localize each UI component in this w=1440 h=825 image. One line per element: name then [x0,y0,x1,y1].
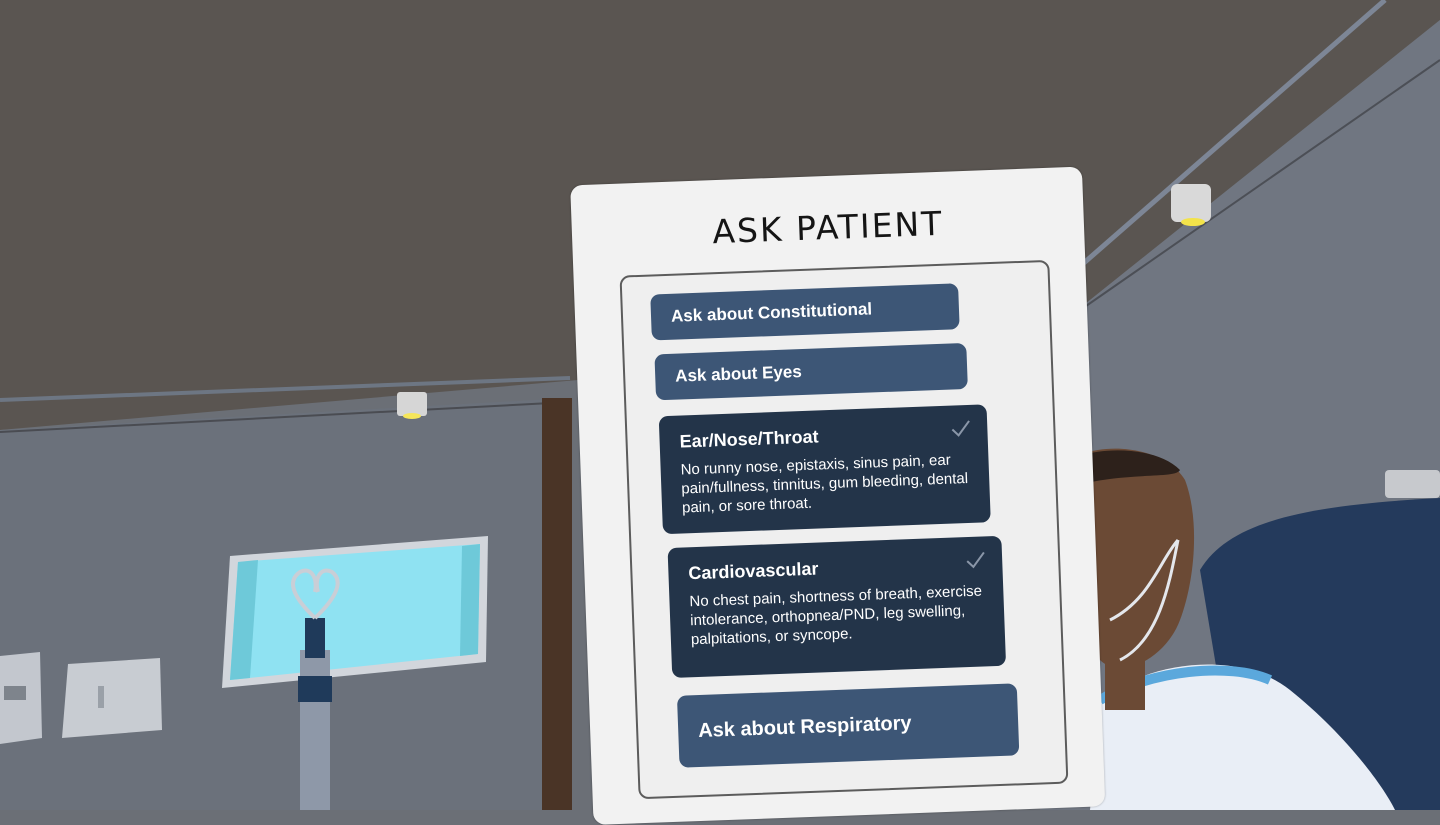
wall-dispenser [62,658,162,738]
ask-eyes-button[interactable]: Ask about Eyes [654,342,968,401]
ask-respiratory-button[interactable]: Ask about Respiratory [676,683,1020,768]
result-title: Ear/Nose/Throat [679,426,819,452]
button-label: Ask about Respiratory [697,711,912,742]
cardiovascular-result[interactable]: Cardiovascular No chest pain, shortness … [667,535,1007,678]
button-label: Ask about Eyes [674,362,803,386]
ear-nose-throat-result[interactable]: Ear/Nose/Throat No runny nose, epistaxis… [658,404,991,535]
panel-title: ASK PATIENT [711,203,945,252]
question-list: Ask about Constitutional Ask about Eyes … [619,259,1069,800]
result-title: Cardiovascular [688,558,819,584]
spotlight-icon [1171,184,1211,226]
xray-viewer [222,536,488,688]
checkmark-icon [951,420,970,437]
ask-constitutional-button[interactable]: Ask about Constitutional [650,283,960,341]
ask-patient-panel: ASK PATIENT Ask about Constitutional Ask… [570,166,1106,825]
result-text: No chest pain, shortness of breath, exer… [689,582,983,649]
wall-dispenser [0,652,42,744]
spotlight-icon [397,392,427,419]
result-text: No runny nose, epistaxis, sinus pain, ea… [680,451,969,517]
ask-patient-panel-wrap: ASK PATIENT Ask about Constitutional Ask… [560,166,1120,825]
checkmark-icon [966,551,985,569]
button-label: Ask about Constitutional [670,299,873,326]
